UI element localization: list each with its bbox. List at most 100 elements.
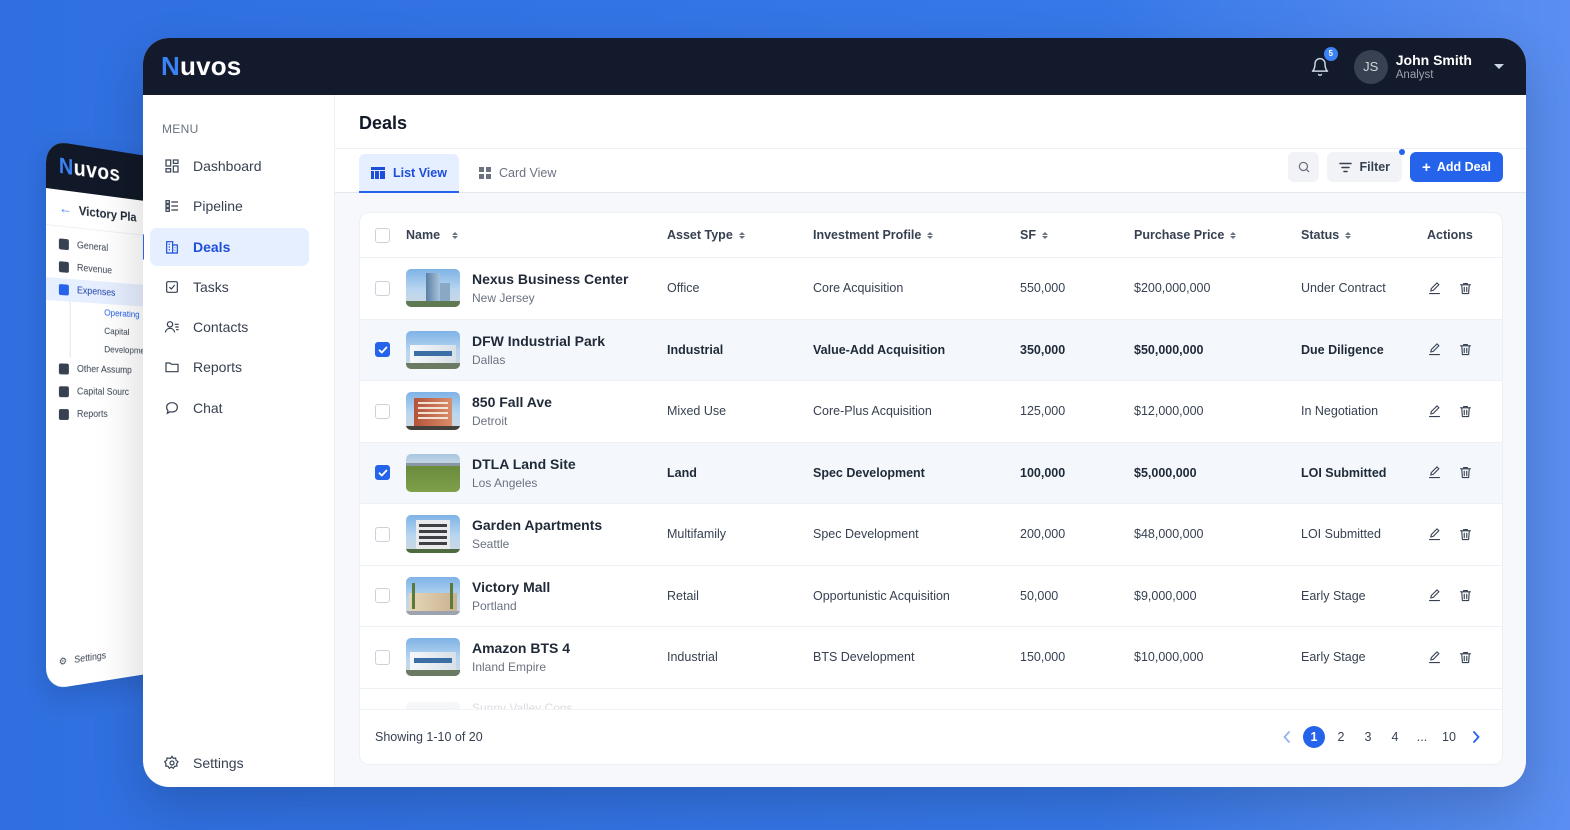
table-row[interactable]: Garden Apartments Seattle Multifamily Spec …: [360, 504, 1502, 566]
column-header-name[interactable]: Name: [406, 228, 667, 242]
chevron-down-icon[interactable]: [1494, 64, 1504, 69]
page-button[interactable]: 2: [1330, 726, 1352, 748]
page-button[interactable]: 10: [1438, 726, 1460, 748]
purchase-price-cell: $50,000,000: [1134, 342, 1204, 357]
trash-icon[interactable]: [1458, 281, 1473, 296]
trash-icon[interactable]: [1458, 342, 1473, 357]
deal-name[interactable]: DTLA Land Site: [472, 456, 576, 472]
investment-profile-cell: Spec Development: [813, 527, 919, 542]
trash-icon[interactable]: [1458, 465, 1473, 480]
edit-icon[interactable]: [1427, 588, 1442, 603]
deal-name[interactable]: 850 Fall Ave: [472, 394, 552, 410]
edit-icon[interactable]: [1427, 342, 1442, 357]
notifications-button[interactable]: 5: [1308, 46, 1338, 79]
edit-icon[interactable]: [1427, 465, 1442, 480]
row-checkbox[interactable]: [375, 526, 390, 542]
trash-icon[interactable]: [1458, 650, 1473, 665]
table-body: Nexus Business Center New Jersey Office Cor…: [360, 258, 1502, 689]
property-thumbnail: [406, 638, 460, 677]
deal-name[interactable]: Garden Apartments: [472, 517, 602, 533]
column-header-asset-type[interactable]: Asset Type: [667, 228, 813, 242]
column-header-label: Actions: [1427, 228, 1473, 242]
sidebar-nav: Dashboard Pipeline Deals Tasks Contacts Repor…: [143, 147, 334, 427]
logo[interactable]: Nuvos: [161, 51, 241, 82]
add-deal-label: Add Deal: [1436, 160, 1491, 174]
user-menu[interactable]: JS John Smith Analyst: [1353, 49, 1504, 84]
view-tabs: List View Card View: [359, 149, 568, 193]
edit-icon[interactable]: [1427, 281, 1442, 296]
deal-name-cell: Nexus Business Center New Jersey: [406, 269, 667, 308]
status-cell: In Negotiation: [1301, 404, 1379, 419]
row-checkbox[interactable]: [375, 403, 390, 419]
sidebar-item-label: Dashboard: [193, 158, 262, 174]
sidebar-item-dashboard[interactable]: Dashboard: [150, 147, 309, 185]
tab-card-view[interactable]: Card View: [467, 154, 568, 192]
page-button[interactable]: 1: [1303, 726, 1325, 748]
deal-name[interactable]: Amazon BTS 4: [472, 640, 570, 656]
page-button[interactable]: 4: [1384, 726, 1406, 748]
deal-name[interactable]: Nexus Business Center: [472, 271, 628, 287]
sidebar-item-pipeline[interactable]: Pipeline: [150, 187, 309, 225]
sort-icon[interactable]: [1345, 231, 1352, 239]
table-row[interactable]: Nexus Business Center New Jersey Office Cor…: [360, 258, 1502, 320]
search-button[interactable]: [1288, 152, 1320, 182]
table-row[interactable]: DFW Industrial Park Dallas Industrial Value…: [360, 319, 1502, 381]
bank-icon: [58, 386, 69, 398]
sidebar-item-tasks[interactable]: Tasks: [150, 268, 309, 306]
status-cell: LOI Submitted: [1301, 527, 1381, 542]
secondary-logo-text: uvos: [73, 155, 121, 187]
trash-icon[interactable]: [1458, 404, 1473, 419]
column-header-investment-profile[interactable]: Investment Profile: [813, 228, 1020, 242]
column-header-purchase-price[interactable]: Purchase Price: [1134, 228, 1301, 242]
tab-list-view[interactable]: List View: [359, 154, 459, 193]
page-button[interactable]: 3: [1357, 726, 1379, 748]
row-check-cell: [360, 588, 406, 604]
trash-icon[interactable]: [1458, 588, 1473, 603]
row-checkbox[interactable]: [375, 342, 390, 358]
back-arrow-icon[interactable]: ←: [59, 200, 72, 217]
sort-icon[interactable]: [738, 231, 745, 239]
square-feet-cell: 50,000: [1020, 588, 1059, 603]
status-cell: Under Contract: [1301, 281, 1386, 296]
select-all-checkbox[interactable]: [375, 227, 390, 243]
chevron-right-icon[interactable]: [1465, 726, 1487, 748]
sort-icon[interactable]: [927, 231, 934, 239]
edit-icon[interactable]: [1427, 527, 1442, 542]
add-deal-button[interactable]: + Add Deal: [1410, 152, 1503, 182]
row-checkbox[interactable]: [375, 588, 390, 604]
sidebar-item-deals[interactable]: Deals: [143, 227, 309, 266]
sort-icon[interactable]: [452, 231, 459, 239]
table-row[interactable]: Amazon BTS 4 Inland Empire Industrial BTS D…: [360, 627, 1502, 689]
row-checkbox[interactable]: [375, 280, 390, 296]
row-checkbox[interactable]: [375, 465, 390, 481]
table-icon: [371, 167, 385, 179]
row-checkbox[interactable]: [375, 649, 390, 665]
edit-icon[interactable]: [1427, 404, 1442, 419]
deal-name-text: Garden Apartments Seattle: [472, 517, 602, 551]
column-header-status[interactable]: Status: [1301, 228, 1427, 242]
app-window: Nuvos 5 JS John Smith Analyst MENU Dashb…: [143, 38, 1526, 787]
deal-name-cell: Amazon BTS 4 Inland Empire: [406, 638, 667, 677]
deal-location: Inland Empire: [472, 660, 547, 675]
sidebar-item-reports[interactable]: Reports: [150, 348, 309, 386]
secondary-settings[interactable]: ⚙ Settings: [59, 651, 106, 669]
filter-button[interactable]: Filter: [1327, 149, 1406, 182]
sort-icon[interactable]: [1041, 231, 1048, 239]
table-row[interactable]: Victory Mall Portland Retail Opportunistic …: [360, 566, 1502, 627]
sidebar-item-contacts[interactable]: Contacts: [150, 308, 309, 346]
deal-name[interactable]: Victory Mall: [472, 579, 550, 595]
sidebar-item-settings[interactable]: Settings: [164, 755, 244, 771]
home-icon: [58, 238, 69, 251]
table-row[interactable]: DTLA Land Site Los Angeles Land Spec Develo…: [360, 442, 1502, 504]
gear-icon: ⚙: [58, 656, 68, 669]
plus-icon: +: [1422, 158, 1431, 176]
chevron-left-icon[interactable]: [1276, 726, 1298, 748]
deal-name[interactable]: DFW Industrial Park: [472, 333, 605, 349]
table-row[interactable]: 850 Fall Ave Detroit Mixed Use Core-Plus Ac…: [360, 381, 1502, 443]
column-header-sf[interactable]: SF: [1020, 228, 1134, 242]
edit-icon[interactable]: [1427, 650, 1442, 665]
sidebar-item-chat[interactable]: Chat: [150, 389, 309, 427]
trash-icon[interactable]: [1458, 527, 1473, 542]
column-header-label: SF: [1020, 228, 1036, 242]
sort-icon[interactable]: [1230, 231, 1237, 239]
